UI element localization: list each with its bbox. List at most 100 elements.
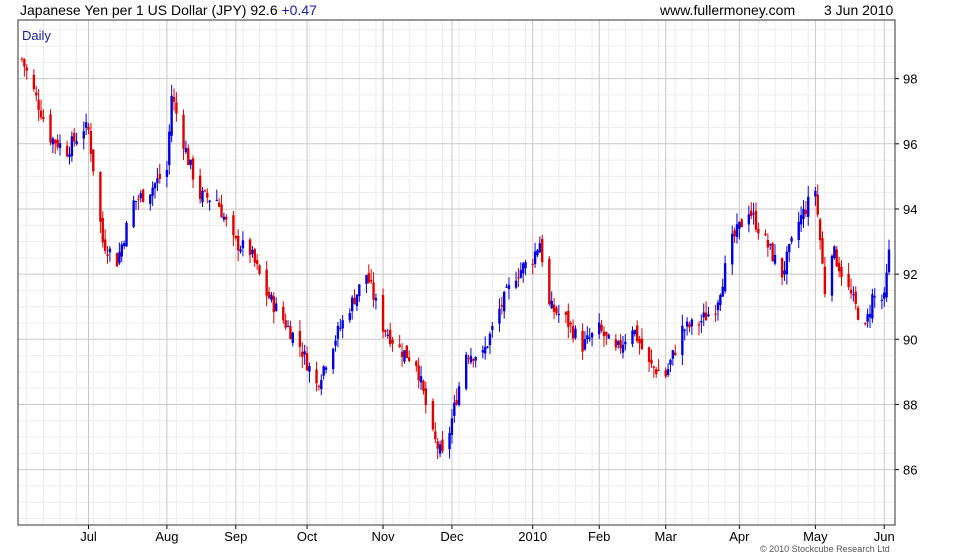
candle-down	[674, 352, 677, 355]
candle-down	[837, 262, 841, 272]
candle-down	[434, 431, 437, 440]
period-label: Daily	[22, 28, 51, 43]
candle-up	[524, 262, 527, 269]
plot-frame	[17, 19, 896, 526]
candle-down	[384, 330, 387, 333]
candle-up	[419, 376, 423, 383]
candle-down	[265, 269, 268, 296]
candle-down	[541, 238, 544, 263]
candle-up	[631, 330, 634, 345]
candle-up	[721, 286, 724, 297]
candle-up	[797, 221, 800, 240]
candle-up	[184, 148, 188, 153]
candle-down	[391, 339, 394, 344]
candle-down	[664, 370, 667, 377]
candle-down	[847, 273, 850, 288]
candle-down	[289, 325, 292, 340]
candle-down	[823, 266, 827, 295]
x-tick-label: Nov	[371, 529, 395, 544]
candle-up	[320, 380, 323, 390]
candle-down	[315, 369, 318, 384]
candle-up	[590, 333, 594, 338]
candle-down	[89, 130, 93, 154]
candle-down	[821, 238, 824, 264]
candle-up	[336, 325, 340, 339]
candle-up	[773, 254, 777, 264]
candle-down	[42, 116, 45, 120]
candle-up	[607, 334, 610, 339]
x-tick-label: Apr	[729, 529, 750, 544]
candle-up	[165, 169, 169, 177]
candle-down	[203, 190, 207, 192]
candle-down	[605, 331, 608, 336]
candle-up	[598, 322, 601, 335]
candle-down	[840, 267, 843, 278]
candle-up	[833, 246, 836, 258]
candle-up	[469, 355, 473, 363]
candle-up	[683, 329, 686, 331]
candle-down	[367, 273, 370, 283]
candle-up	[303, 351, 306, 355]
candle-down	[206, 192, 209, 198]
candle-down	[198, 175, 202, 200]
y-tick-label: 90	[903, 332, 917, 347]
candle-down	[49, 114, 52, 143]
candle-up	[747, 214, 751, 225]
candle-up	[583, 339, 587, 350]
candle-up	[251, 249, 254, 254]
candle-up	[731, 233, 734, 265]
candle-down	[388, 330, 392, 345]
candle-down	[141, 189, 145, 202]
x-tick-label: 2010	[518, 529, 547, 544]
candle-up	[586, 335, 589, 339]
candle-down	[856, 307, 860, 320]
candle-up	[852, 294, 855, 296]
candle-up	[536, 250, 539, 256]
candle-down	[398, 344, 401, 347]
candle-up	[334, 340, 337, 346]
candle-down	[652, 366, 656, 368]
candle-up	[521, 263, 525, 274]
candle-up	[324, 367, 328, 370]
candle-up	[120, 244, 123, 257]
candle-up	[403, 350, 406, 362]
candle-up	[208, 200, 211, 203]
candle-up	[719, 295, 722, 306]
candle-down	[317, 385, 321, 387]
copyright: © 2010 Stockcube Research Ltd	[760, 544, 890, 554]
candle-down	[182, 114, 185, 149]
candle-up	[481, 350, 485, 353]
candle-down	[73, 133, 76, 142]
candle-down	[750, 210, 753, 217]
candle-up	[464, 354, 468, 389]
x-tick-label: Jul	[80, 529, 97, 544]
candle-down	[39, 110, 43, 118]
candle-down	[569, 322, 572, 325]
candle-down	[771, 243, 774, 262]
candle-up	[153, 183, 157, 189]
candle-up	[624, 341, 627, 345]
candle-down	[619, 340, 622, 349]
candle-up	[84, 122, 88, 128]
candle-down	[567, 310, 570, 328]
candle-up	[519, 269, 523, 278]
candle-up	[502, 291, 506, 312]
candle-down	[248, 239, 252, 255]
candle-down	[56, 139, 59, 148]
candle-down	[407, 357, 411, 361]
candle-down	[54, 139, 57, 144]
candle-down	[103, 239, 107, 251]
candle-up	[738, 221, 741, 229]
candle-down	[298, 331, 302, 347]
candle-down	[301, 351, 304, 357]
candle-down	[115, 253, 119, 267]
candle-up	[270, 294, 273, 300]
candle-down	[704, 312, 708, 321]
candle-up	[871, 294, 874, 319]
candle-down	[780, 257, 784, 278]
candle-down	[531, 263, 534, 265]
candle-up	[621, 344, 625, 353]
candle-down	[267, 292, 271, 299]
candle-down	[581, 330, 584, 352]
candle-down	[381, 295, 385, 332]
